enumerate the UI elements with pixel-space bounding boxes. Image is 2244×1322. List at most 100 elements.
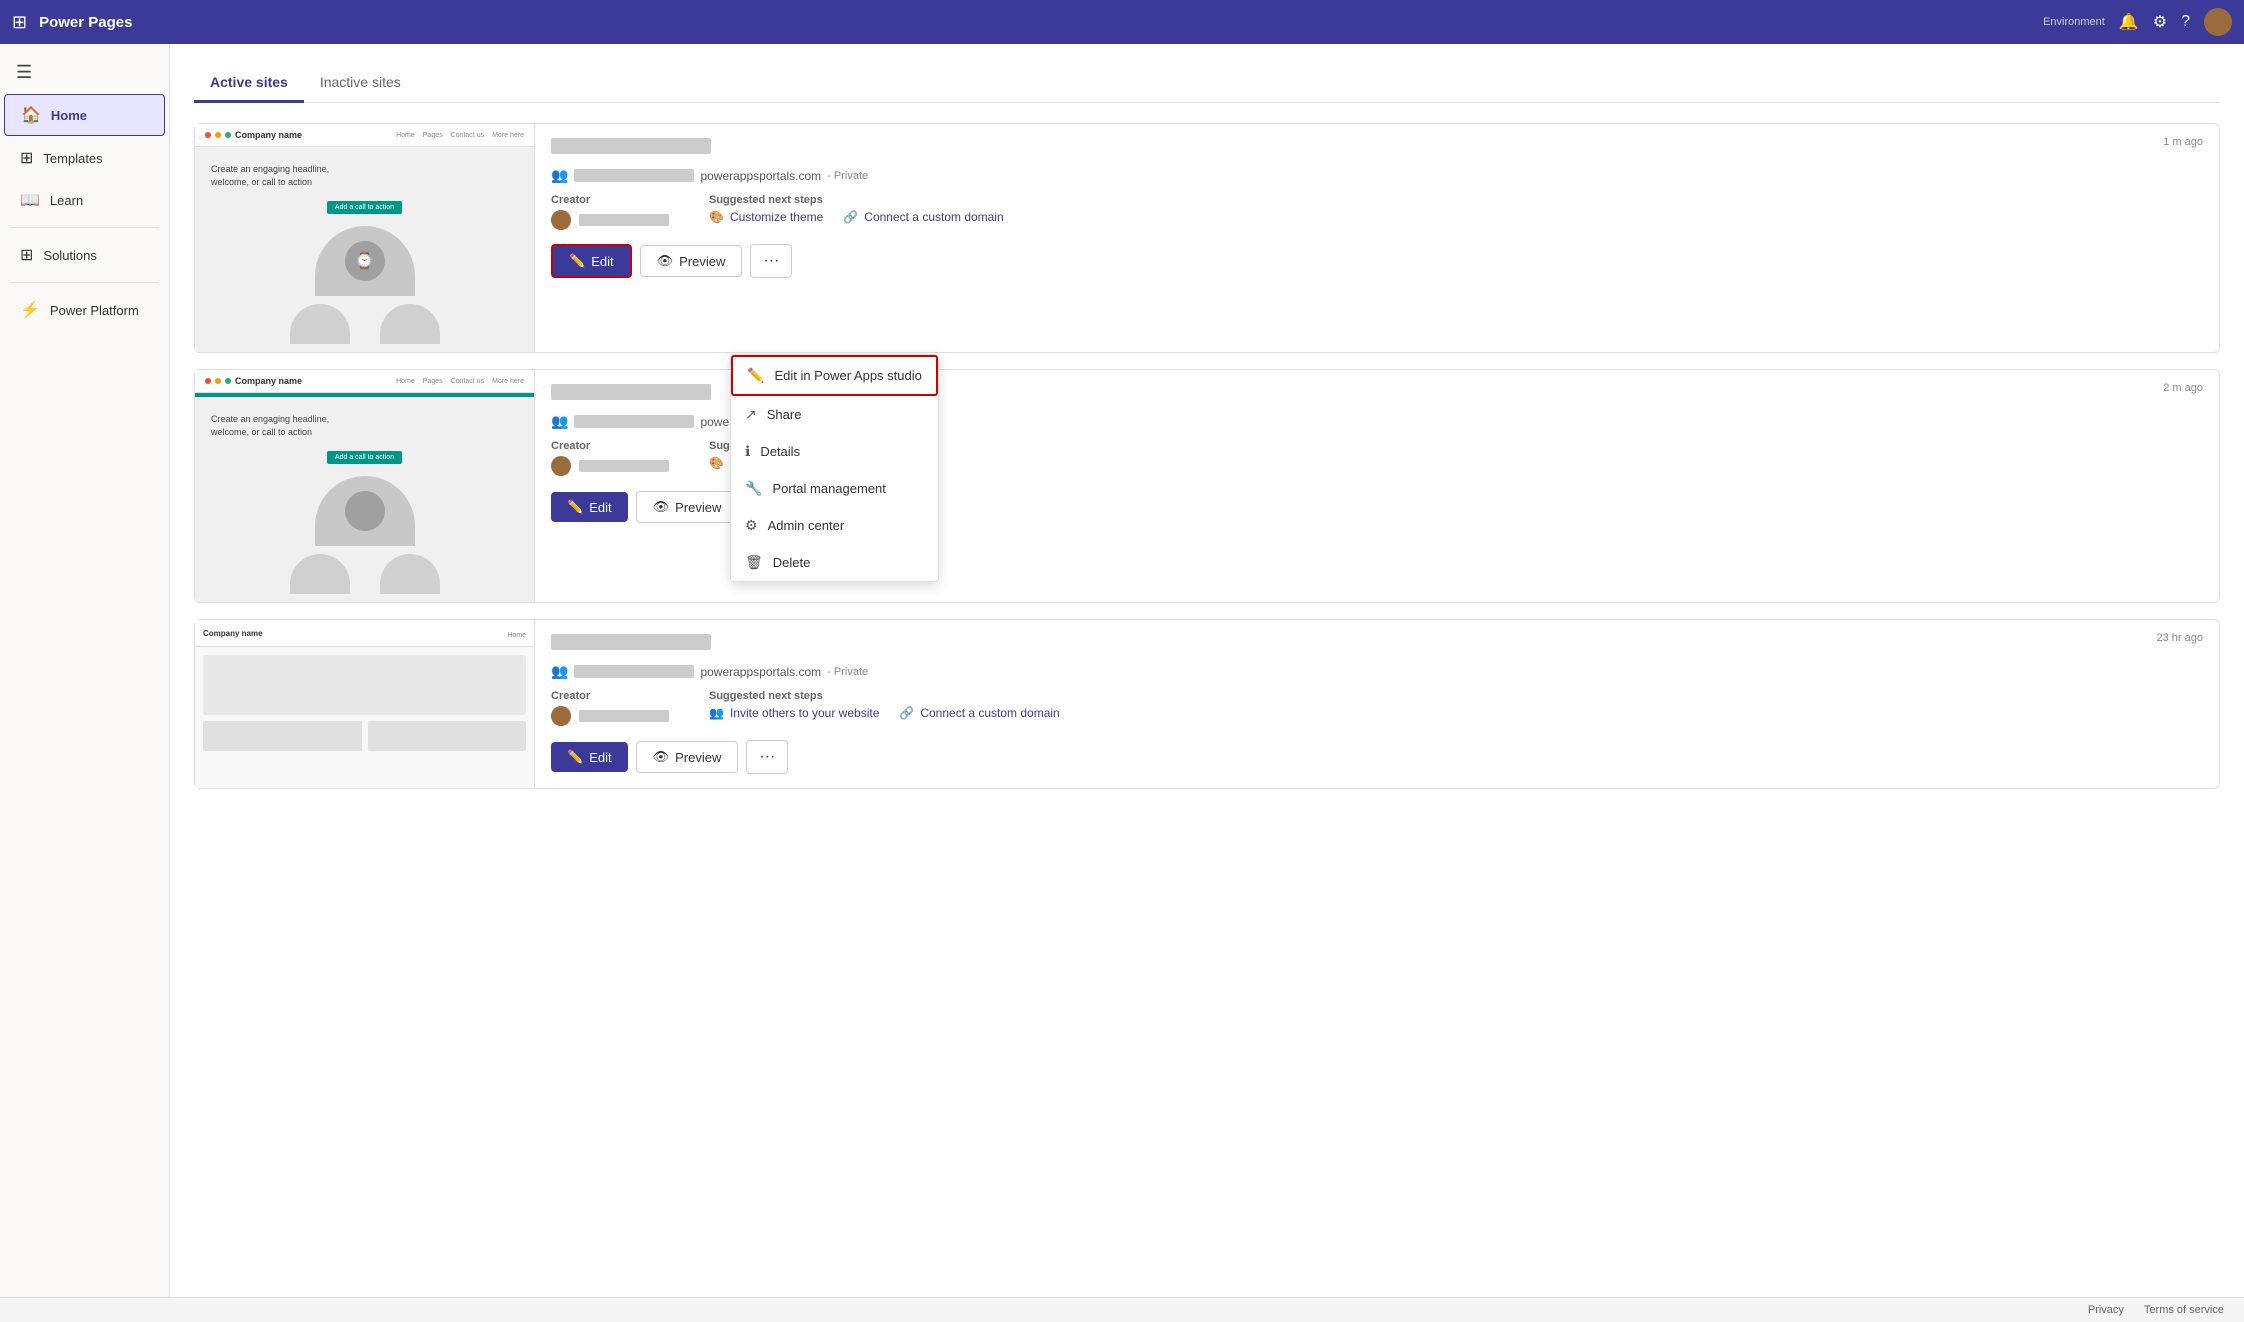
dropdown-item-portal-management[interactable]: 🔧 Portal management xyxy=(731,470,938,507)
dropdown-item-edit-power-apps[interactable]: ✏️ Edit in Power Apps studio xyxy=(731,355,938,396)
preview-icon-3: 👁 xyxy=(653,749,670,765)
next-step-invite-3[interactable]: 👥 Invite others to your website xyxy=(709,706,879,720)
site-people-icon-2: 👥 xyxy=(551,413,568,430)
sidebar-menu-icon[interactable]: ☰ xyxy=(0,52,169,93)
edit-button-3[interactable]: ✏️ Edit xyxy=(551,742,628,772)
site-thumbnail-1: Company name HomePagesContact usMore her… xyxy=(195,124,535,352)
invite-icon-3: 👥 xyxy=(709,706,724,720)
sidebar-item-learn[interactable]: 📖 Learn xyxy=(4,180,165,220)
creator-avatar-2 xyxy=(551,456,571,476)
thumb-topbar-2: Company name HomePagesContact usMore her… xyxy=(195,370,534,393)
site-name-3 xyxy=(551,634,711,650)
sidebar: ☰ 🏠 Home ⊞ Templates 📖 Learn ⊞ Solutions… xyxy=(0,44,170,1297)
solutions-icon: ⊞ xyxy=(20,245,33,265)
admin-center-icon: ⚙ xyxy=(745,517,758,534)
details-icon: ℹ xyxy=(745,443,750,460)
preview-button-3[interactable]: 👁 Preview xyxy=(636,741,739,773)
app-title: Power Pages xyxy=(39,14,132,31)
site-info-1: 1 m ago 👥 powerappsportals.com - Private… xyxy=(535,124,2219,352)
dropdown-menu: ✏️ Edit in Power Apps studio ↗ Share ℹ D… xyxy=(730,354,939,582)
preview-icon-1: 👁 xyxy=(657,253,674,269)
preview-icon-2: 👁 xyxy=(653,499,670,515)
more-button-1[interactable]: ··· xyxy=(750,244,792,278)
edit-button-1[interactable]: ✏️ Edit xyxy=(551,244,632,278)
avatar[interactable] xyxy=(2204,8,2232,36)
site-badge-1: - Private xyxy=(827,170,868,182)
sidebar-item-templates-label: Templates xyxy=(43,151,102,166)
sidebar-item-power-platform-label: Power Platform xyxy=(50,303,139,318)
learn-icon: 📖 xyxy=(20,190,40,210)
sidebar-item-templates[interactable]: ⊞ Templates xyxy=(4,138,165,178)
sidebar-item-home[interactable]: 🏠 Home xyxy=(4,94,165,136)
preview-button-1[interactable]: 👁 Preview xyxy=(640,245,743,277)
preview-button-2[interactable]: 👁 Preview xyxy=(636,491,739,523)
waffle-icon[interactable]: ⊞ xyxy=(12,12,27,33)
creator-avatar-3 xyxy=(551,706,571,726)
action-row-3: ✏️ Edit 👁 Preview ··· xyxy=(551,740,2203,774)
sidebar-item-solutions[interactable]: ⊞ Solutions xyxy=(4,235,165,275)
sidebar-item-home-label: Home xyxy=(51,108,87,123)
sidebar-item-solutions-label: Solutions xyxy=(43,248,96,263)
next-steps-3: 👥 Invite others to your website 🔗 Connec… xyxy=(709,706,1060,720)
dropdown-item-details[interactable]: ℹ Details xyxy=(731,433,938,470)
edit-button-2[interactable]: ✏️ Edit xyxy=(551,492,628,522)
next-step-customize-1[interactable]: 🎨 Customize theme xyxy=(709,210,823,224)
site-card-2: Company name HomePagesContact usMore her… xyxy=(194,369,2220,603)
site-name-1 xyxy=(551,138,711,154)
creator-avatar-1 xyxy=(551,210,571,230)
footer: Privacy Terms of service xyxy=(0,1297,2244,1322)
more-button-3[interactable]: ··· xyxy=(746,740,788,774)
edit-pencil-icon-3: ✏️ xyxy=(567,749,583,765)
site-people-icon-1: 👥 xyxy=(551,167,568,184)
help-button[interactable]: ? xyxy=(2181,13,2190,31)
templates-icon: ⊞ xyxy=(20,148,33,168)
tab-active-sites[interactable]: Active sites xyxy=(194,64,304,103)
home-icon: 🏠 xyxy=(21,105,41,125)
site-url-3: powerappsportals.com xyxy=(700,665,821,679)
sidebar-item-power-platform[interactable]: ⚡ Power Platform xyxy=(4,290,165,330)
content-area: Active sites Inactive sites Company name… xyxy=(170,44,2244,1297)
thumb-topbar-3: Company name Home xyxy=(195,620,534,647)
sidebar-item-learn-label: Learn xyxy=(50,193,83,208)
share-icon: ↗ xyxy=(745,406,757,423)
sidebar-divider-1 xyxy=(10,227,159,228)
next-steps-1: 🎨 Customize theme 🔗 Connect a custom dom… xyxy=(709,210,1004,224)
domain-icon-3: 🔗 xyxy=(899,706,914,720)
top-nav: ⊞ Power Pages Environment 🔔 ⚙ ? xyxy=(0,0,2244,44)
tab-inactive-sites[interactable]: Inactive sites xyxy=(304,64,417,103)
nav-icons: Environment 🔔 ⚙ ? xyxy=(2043,8,2232,36)
site-time-2: 2 m ago xyxy=(2163,382,2203,394)
site-thumbnail-3: Company name Home xyxy=(195,620,535,788)
tabs: Active sites Inactive sites xyxy=(194,64,2220,103)
portal-mgmt-icon: 🔧 xyxy=(745,480,762,497)
action-row-1: ✏️ Edit 👁 Preview ··· xyxy=(551,244,2203,278)
sidebar-divider-2 xyxy=(10,282,159,283)
site-meta-1: Creator Suggested next steps 🎨 Customize… xyxy=(551,194,2203,230)
site-time-3: 23 hr ago xyxy=(2157,632,2203,644)
site-card-3: Company name Home 23 hr ago xyxy=(194,619,2220,789)
thumb-topbar-1: Company name HomePagesContact usMore her… xyxy=(195,124,534,147)
terms-link[interactable]: Terms of service xyxy=(2144,1304,2224,1316)
dropdown-item-share[interactable]: ↗ Share xyxy=(731,396,938,433)
delete-icon: 🗑 xyxy=(745,554,763,571)
site-time-1: 1 m ago xyxy=(2163,136,2203,148)
site-url-row-1: 👥 powerappsportals.com - Private xyxy=(551,167,2203,184)
notification-button[interactable]: 🔔 xyxy=(2119,12,2139,32)
next-step-domain-3[interactable]: 🔗 Connect a custom domain xyxy=(899,706,1059,720)
site-thumbnail-2: Company name HomePagesContact usMore her… xyxy=(195,370,535,602)
edit-power-apps-icon: ✏️ xyxy=(747,367,764,384)
dropdown-item-admin-center[interactable]: ⚙ Admin center xyxy=(731,507,938,544)
dropdown-item-delete[interactable]: 🗑 Delete xyxy=(731,544,938,581)
site-people-icon-3: 👥 xyxy=(551,663,568,680)
settings-button[interactable]: ⚙ xyxy=(2153,12,2167,32)
privacy-link[interactable]: Privacy xyxy=(2088,1304,2124,1316)
environment-label: Environment xyxy=(2043,16,2105,28)
site-card-1: Company name HomePagesContact usMore her… xyxy=(194,123,2220,353)
site-url-1: powerappsportals.com xyxy=(700,169,821,183)
power-platform-icon: ⚡ xyxy=(20,300,40,320)
customize-theme-icon: 🎨 xyxy=(709,210,724,224)
next-step-domain-1[interactable]: 🔗 Connect a custom domain xyxy=(843,210,1003,224)
site-badge-3: - Private xyxy=(827,666,868,678)
connect-domain-icon: 🔗 xyxy=(843,210,858,224)
site-url-row-3: 👥 powerappsportals.com - Private xyxy=(551,663,2203,680)
